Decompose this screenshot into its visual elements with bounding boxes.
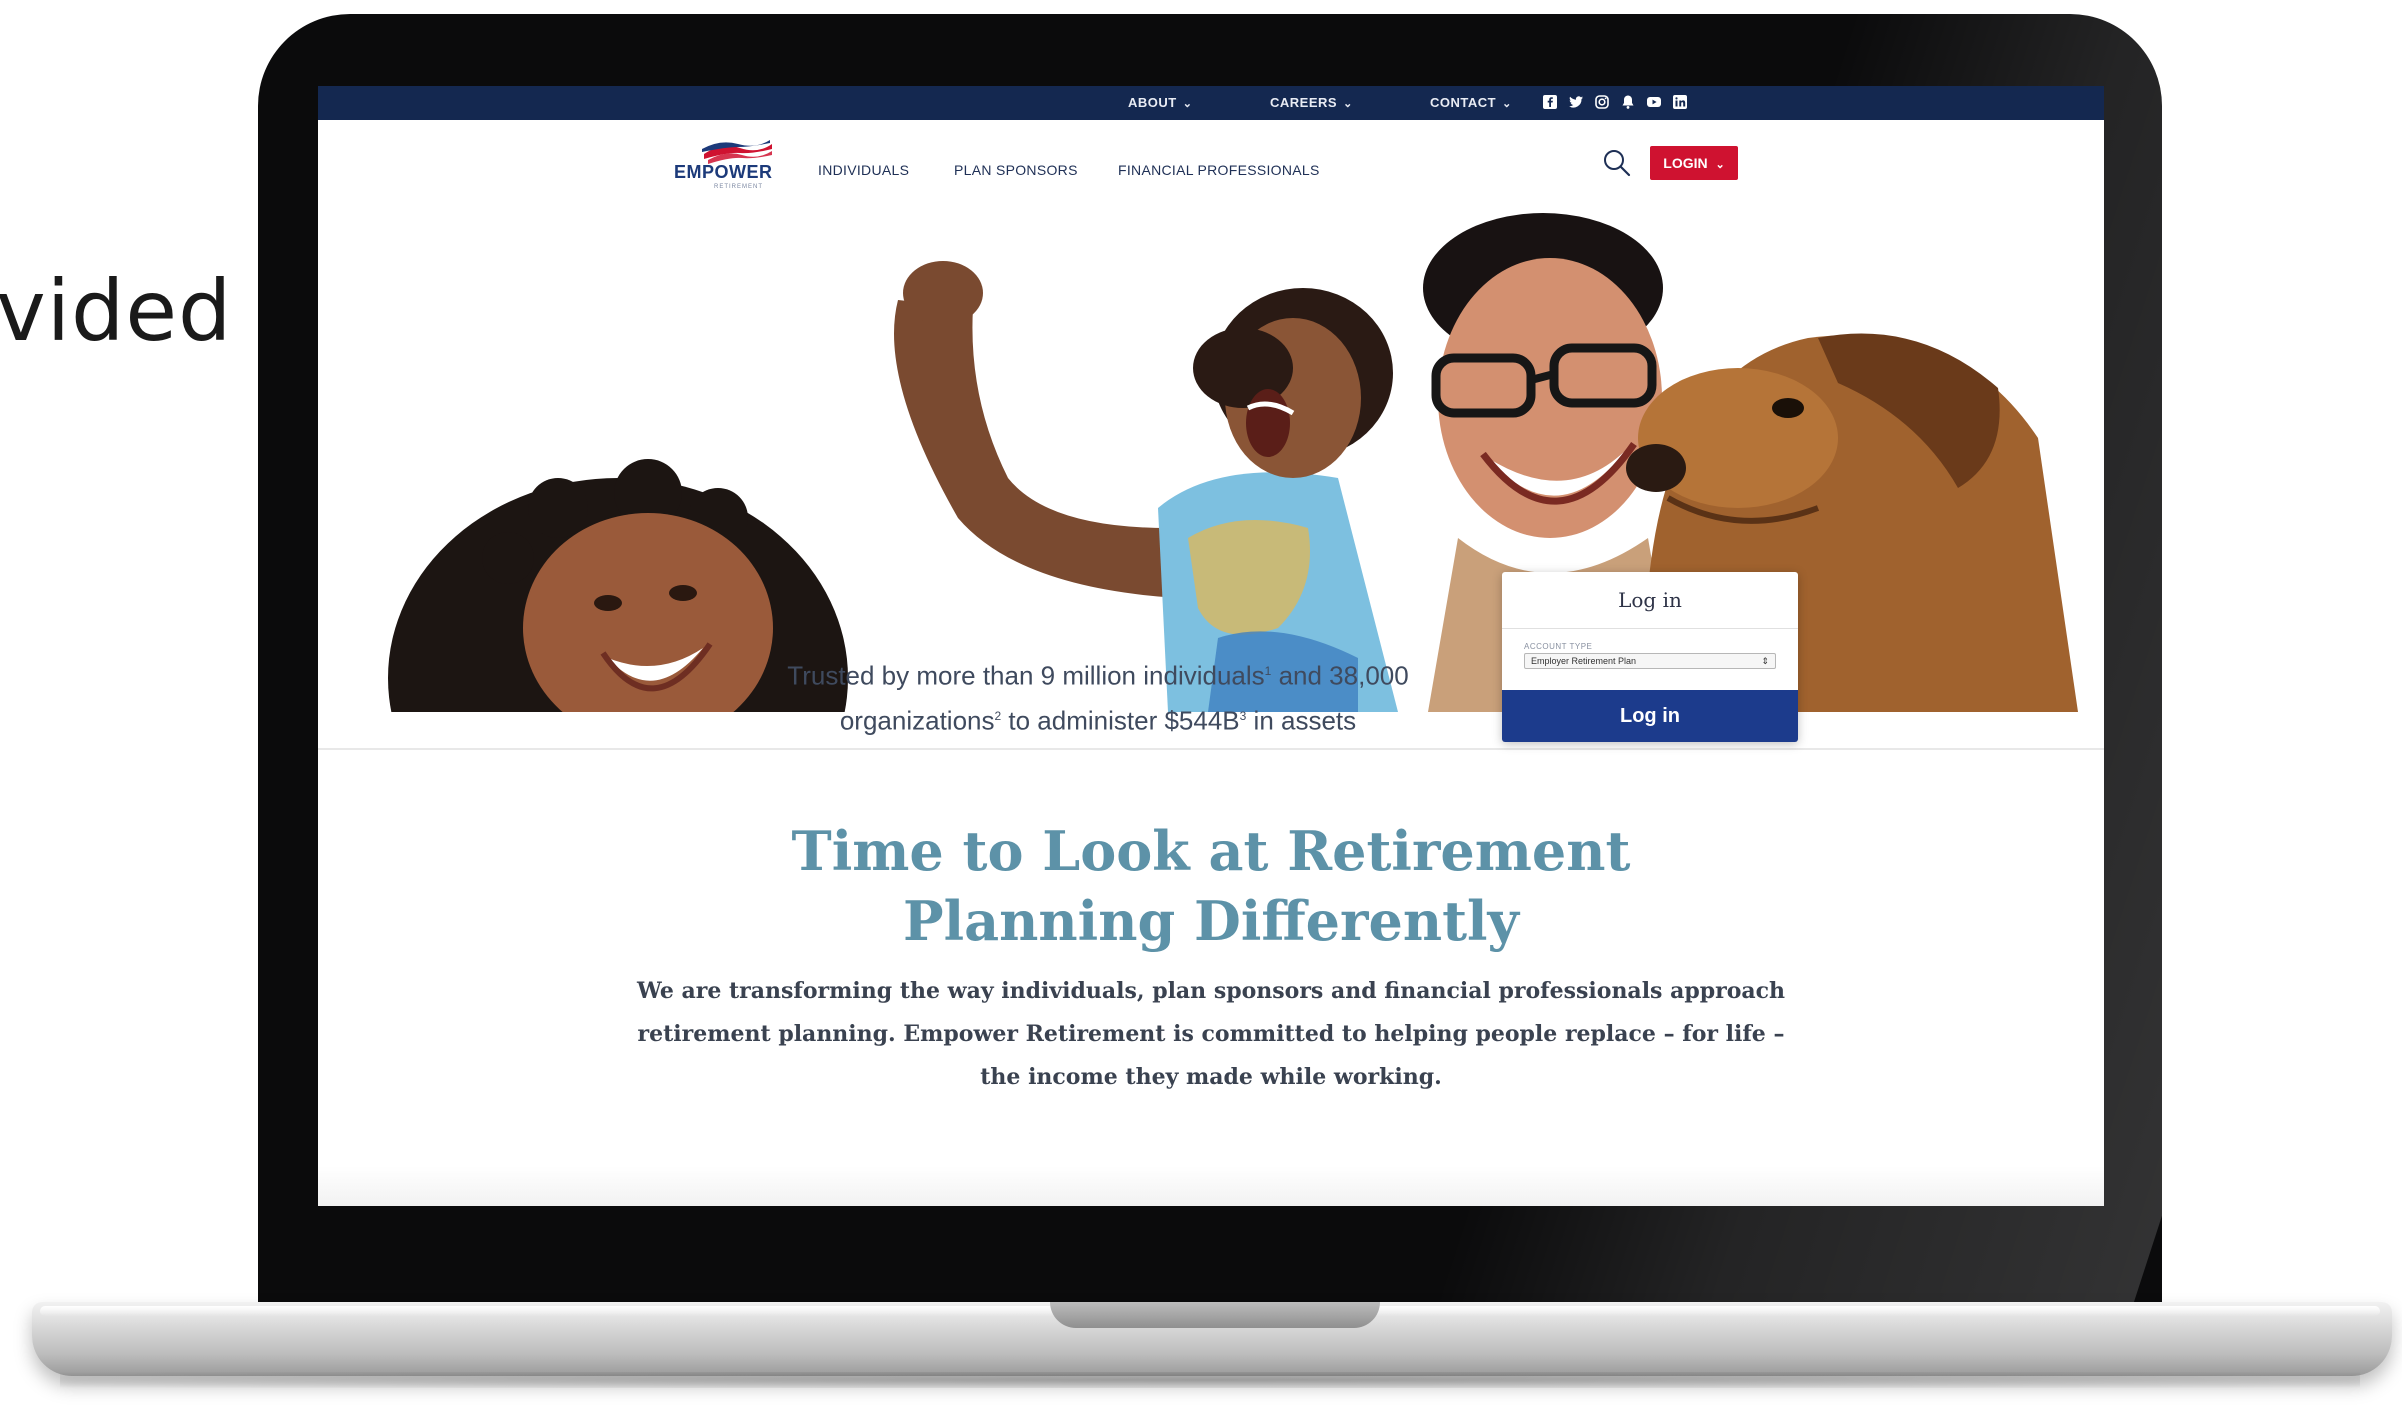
card-login-button[interactable]: Log in (1502, 690, 1798, 742)
login-button-label: LOGIN (1663, 155, 1708, 171)
screen-bottom-fade (318, 1166, 2104, 1206)
hero-image (318, 208, 2104, 712)
card-divider (1502, 628, 1798, 629)
nav-individuals[interactable]: INDIVIDUALS (818, 162, 909, 178)
main-navigation: EMPOWER RETIREMENT INDIVIDUALS PLAN SPON… (318, 120, 2104, 208)
utility-nav-label: ABOUT (1128, 95, 1177, 110)
twitter-icon[interactable] (1568, 94, 1584, 110)
login-dropdown-button[interactable]: LOGIN ⌄ (1650, 146, 1738, 180)
page-headline: Time to Look at Retirement Planning Diff… (791, 819, 1631, 953)
account-type-select[interactable]: Employer Retirement Plan ⇕ (1524, 653, 1776, 669)
account-type-label: ACCOUNT TYPE (1524, 642, 1593, 651)
laptop-hinge-notch (1050, 1302, 1380, 1328)
youtube-icon[interactable] (1646, 94, 1662, 110)
nav-financial-professionals[interactable]: FINANCIAL PROFESSIONALS (1118, 162, 1320, 178)
hero-family-photo (388, 213, 2078, 712)
chevron-down-icon: ⌄ (1182, 98, 1193, 110)
flag-logo-icon (702, 140, 772, 164)
trust-statement: Trusted by more than 9 million individua… (778, 651, 1418, 740)
utility-bar: ABOUT ⌄ CAREERS ⌄ CONTACT ⌄ (318, 86, 2104, 120)
chevron-down-icon: ⌄ (1715, 159, 1725, 171)
logo-tagline: RETIREMENT (714, 184, 763, 190)
instagram-icon[interactable] (1594, 94, 1610, 110)
utility-nav-label: CONTACT (1430, 95, 1497, 110)
facebook-icon[interactable] (1542, 94, 1558, 110)
chevron-down-icon: ⌄ (1502, 98, 1512, 110)
notification-icon[interactable] (1620, 94, 1636, 110)
utility-nav-about[interactable]: ABOUT ⌄ (1128, 95, 1192, 110)
chevron-down-icon: ⌄ (1343, 98, 1353, 110)
empower-logo[interactable]: EMPOWER RETIREMENT (674, 140, 774, 190)
browser-screen: ABOUT ⌄ CAREERS ⌄ CONTACT ⌄ EMPOWER RETI… (318, 86, 2104, 1206)
slide-text-fragment: vided (0, 262, 233, 360)
intro-paragraph: We are transforming the way individuals,… (636, 978, 1786, 1090)
nav-plan-sponsors[interactable]: PLAN SPONSORS (954, 162, 1078, 178)
utility-nav-label: CAREERS (1270, 95, 1338, 110)
trust-text-part3: to administer $544B (1001, 705, 1240, 736)
login-card-title: Log in (1618, 588, 1682, 612)
search-icon[interactable] (1602, 148, 1632, 178)
laptop-shadow (60, 1372, 2360, 1388)
login-card: Log in ACCOUNT TYPE Employer Retirement … (1502, 572, 1798, 742)
utility-nav-careers[interactable]: CAREERS ⌄ (1270, 95, 1353, 110)
account-type-value: Employer Retirement Plan (1531, 656, 1637, 666)
trust-text-part1: Trusted by more than 9 million individua… (787, 660, 1265, 691)
girl-figure (894, 261, 1398, 712)
section-divider (318, 748, 2104, 750)
trust-text-part4: in assets (1246, 705, 1357, 736)
utility-nav-contact[interactable]: CONTACT ⌄ (1430, 95, 1512, 110)
linkedin-icon[interactable] (1672, 94, 1688, 110)
select-arrows-icon: ⇕ (1761, 656, 1769, 666)
logo-wordmark: EMPOWER (674, 162, 773, 182)
